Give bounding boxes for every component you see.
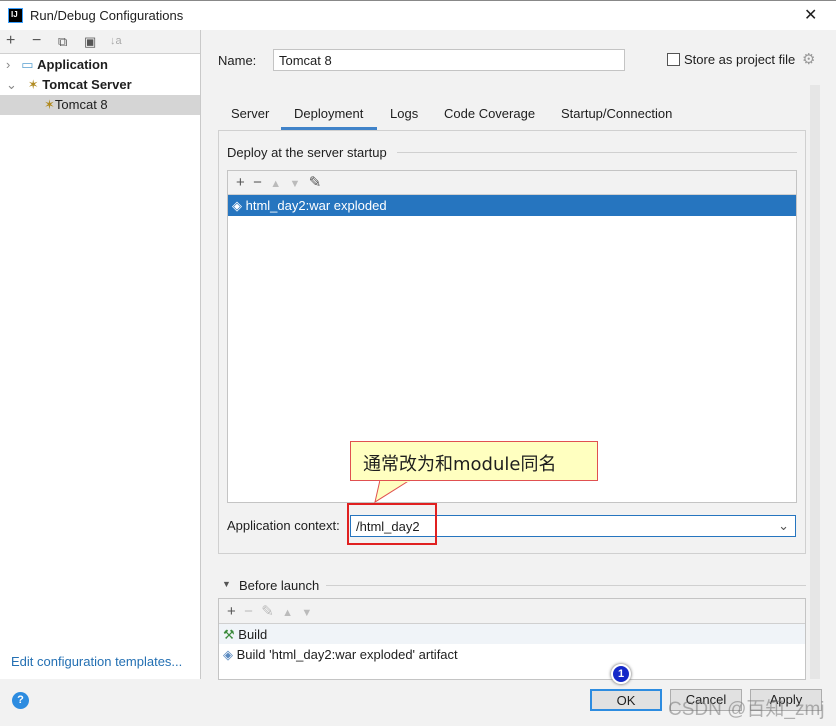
title-bar: IJ Run/Debug Configurations ✕ xyxy=(0,0,836,30)
gear-icon[interactable]: ⚙ xyxy=(802,50,815,68)
add-icon[interactable]: + xyxy=(6,32,15,50)
step-badge: 1 xyxy=(611,664,631,684)
move-up-icon[interactable]: ▲ xyxy=(270,178,281,190)
tree-item-application[interactable]: › ▭ Application xyxy=(0,55,200,75)
intellij-logo: IJ xyxy=(8,8,23,23)
deploy-section-title: Deploy at the server startup xyxy=(227,145,387,160)
list-item[interactable]: ◈ html_day2:war exploded xyxy=(228,195,796,216)
edit-icon[interactable]: ✎ xyxy=(309,174,322,191)
divider xyxy=(326,585,806,586)
artifact-icon: ◈ xyxy=(223,647,233,662)
move-up-icon[interactable]: ▲ xyxy=(282,607,293,619)
chevron-right-icon: › xyxy=(6,57,11,72)
tab-logs[interactable]: Logs xyxy=(390,106,418,121)
tab-deployment[interactable]: Deployment xyxy=(294,106,363,121)
store-project-label: Store as project file xyxy=(684,52,796,67)
move-down-icon[interactable]: ▼ xyxy=(289,178,300,190)
artifact-icon: ◈ xyxy=(232,198,242,213)
divider xyxy=(397,152,797,153)
tab-server[interactable]: Server xyxy=(231,106,269,121)
store-project-checkbox[interactable] xyxy=(667,53,680,66)
name-input[interactable]: Tomcat 8 xyxy=(273,49,625,71)
tomcat-icon: ✶ xyxy=(27,77,39,92)
sidebar-toolbar: + − ⧉ ▣ ↓a xyxy=(0,30,200,54)
remove-icon[interactable]: − xyxy=(244,603,253,620)
add-icon[interactable]: + xyxy=(236,174,245,191)
move-down-icon[interactable]: ▼ xyxy=(301,607,312,619)
edit-icon[interactable]: ✎ xyxy=(261,603,274,620)
tab-code-coverage[interactable]: Code Coverage xyxy=(444,106,535,121)
highlight-box xyxy=(347,503,437,545)
tree-item-tomcat-server[interactable]: ⌄ ✶ Tomcat Server xyxy=(0,75,200,95)
callout-note: 通常改为和module同名 xyxy=(350,441,598,481)
name-label: Name: xyxy=(218,53,257,68)
sidebar xyxy=(0,30,201,679)
watermark: CSDN @百知_zmj xyxy=(668,699,825,720)
tab-startup-connection[interactable]: Startup/Connection xyxy=(561,106,672,121)
copy-icon[interactable]: ⧉ xyxy=(58,34,67,50)
help-icon[interactable]: ? xyxy=(12,692,29,709)
edit-templates-link[interactable]: Edit configuration templates... xyxy=(11,654,182,669)
deploy-toolbar: + − ▲ ▼ ✎ xyxy=(228,171,796,195)
collapse-icon[interactable]: ▼ xyxy=(222,579,231,589)
build-icon: ⚒ xyxy=(223,627,235,642)
context-label: Application context: xyxy=(227,518,340,533)
before-launch-toolbar: + − ✎ ▲ ▼ xyxy=(219,599,805,624)
sort-icon[interactable]: ↓a xyxy=(110,35,122,47)
before-launch-list: + − ✎ ▲ ▼ ⚒ Build ◈ Build 'html_day2:war… xyxy=(218,598,806,680)
scrollbar[interactable] xyxy=(810,85,820,679)
before-launch-title[interactable]: Before launch xyxy=(239,578,319,593)
remove-icon[interactable]: − xyxy=(253,174,262,191)
ok-button[interactable]: OK xyxy=(590,689,662,711)
tree-item-tomcat-8[interactable]: ✶Tomcat 8 xyxy=(0,95,200,115)
list-item[interactable]: ⚒ Build xyxy=(219,624,805,644)
folder-icon[interactable]: ▣ xyxy=(84,34,96,50)
close-icon[interactable]: ✕ xyxy=(804,5,817,25)
application-icon: ▭ xyxy=(21,57,34,72)
chevron-down-icon[interactable]: ⌄ xyxy=(778,518,789,534)
chevron-down-icon: ⌄ xyxy=(6,77,17,92)
remove-icon[interactable]: − xyxy=(32,32,41,50)
tomcat-icon: ✶ xyxy=(44,97,55,112)
window-title: Run/Debug Configurations xyxy=(30,8,184,23)
add-icon[interactable]: + xyxy=(227,603,236,620)
list-item[interactable]: ◈ Build 'html_day2:war exploded' artifac… xyxy=(219,644,805,664)
callout-pointer xyxy=(374,479,412,504)
